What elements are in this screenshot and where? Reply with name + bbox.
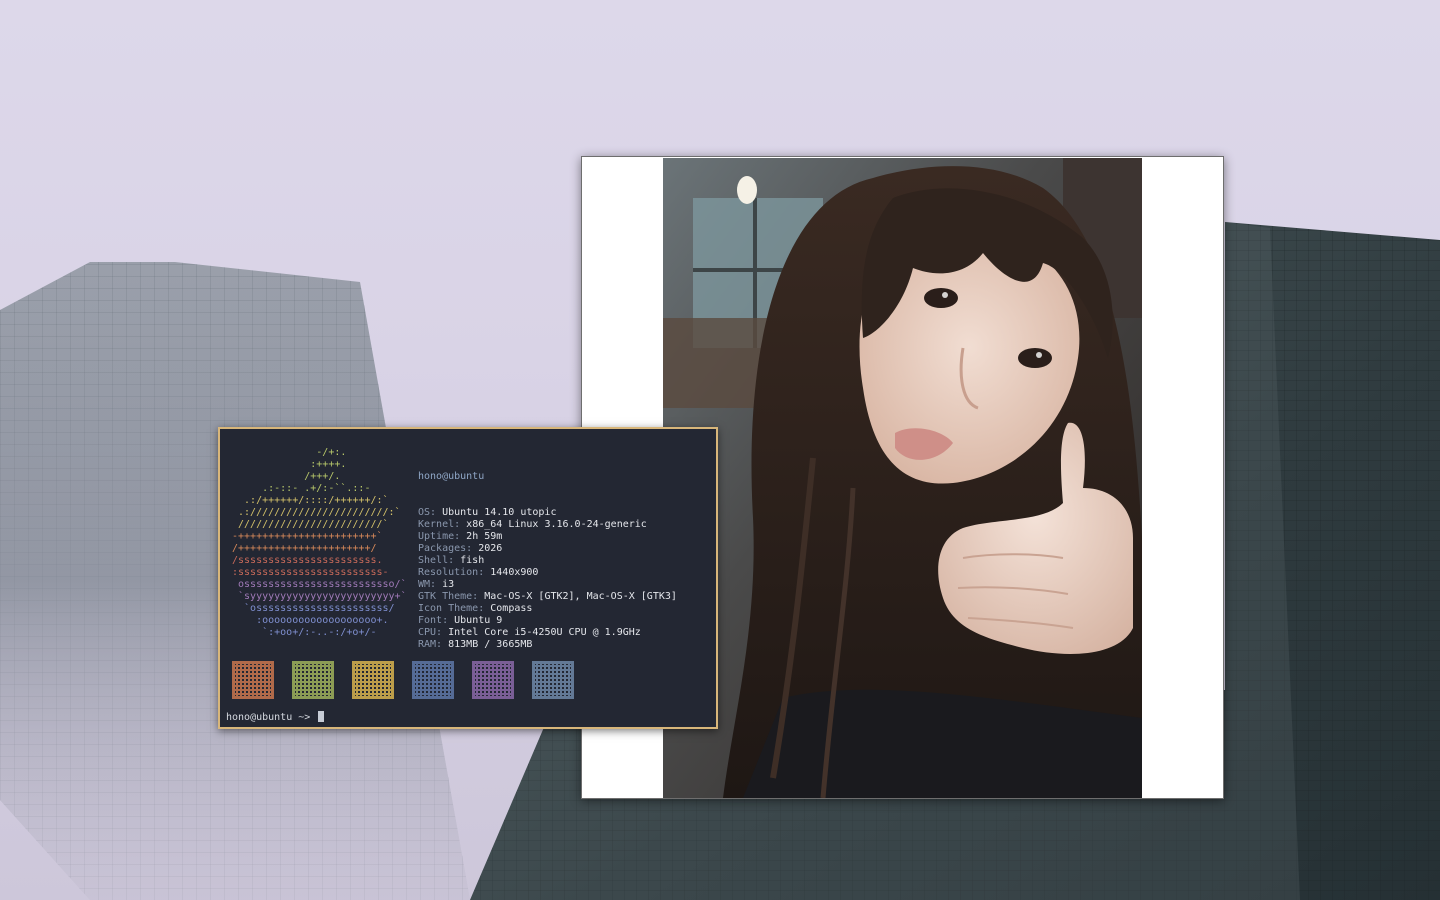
user-host-header: hono@ubuntu: [418, 471, 485, 482]
info-value: Mac-OS-X [GTK2], Mac-OS-X [GTK3]: [478, 591, 677, 602]
text-cursor: [318, 711, 325, 722]
info-row: WM: i3: [418, 579, 677, 591]
logo-line: .:///////////////////////:`: [232, 507, 401, 518]
info-row: Uptime: 2h 59m: [418, 531, 677, 543]
info-key: Font:: [418, 615, 449, 626]
logo-line: `ossssssssssssssssssssss/: [232, 603, 395, 614]
logo-line: osssssssssssssssssssssssso/`: [232, 579, 407, 590]
logo-line: :ssssssssssssssssssssssss-: [232, 567, 389, 578]
logo-line: -+++++++++++++++++++++++`: [232, 531, 383, 542]
info-row: Shell: fish: [418, 555, 677, 567]
info-key: Packages:: [418, 543, 473, 554]
info-key: CPU:: [418, 627, 443, 638]
info-value: x86_64 Linux 3.16.0-24-generic: [460, 519, 647, 530]
info-value: 813MB / 3665MB: [442, 639, 533, 650]
palette-swatch: [412, 661, 454, 699]
portrait-photo: [663, 158, 1142, 798]
logo-line: ////////////////////////`: [232, 519, 389, 530]
info-value: fish: [454, 555, 485, 566]
logo-line: `syyyyyyyyyyyyyyyyyyyyyyyy+`: [232, 591, 407, 602]
terminal-window[interactable]: -/+:. :++++. /+++/. .:-::- .+/:-``.::- .…: [218, 427, 718, 729]
info-value: 2026: [472, 543, 503, 554]
info-row: Icon Theme: Compass: [418, 603, 677, 615]
palette-swatch: [232, 661, 274, 699]
info-row: CPU: Intel Core i5-4250U CPU @ 1.9GHz: [418, 627, 677, 639]
logo-line: :ooooooooooooooooooo+.: [232, 615, 389, 626]
info-row: Kernel: x86_64 Linux 3.16.0-24-generic: [418, 519, 677, 531]
info-row: GTK Theme: Mac-OS-X [GTK2], Mac-OS-X [GT…: [418, 591, 677, 603]
info-row: OS: Ubuntu 14.10 utopic: [418, 507, 677, 519]
logo-line: .:-::- .+/:-``.::-: [232, 483, 371, 494]
info-value: Ubuntu 9: [448, 615, 503, 626]
palette-swatch: [292, 661, 334, 699]
logo-line: /++++++++++++++++++++++/: [232, 543, 377, 554]
distro-ascii-logo: -/+:. :++++. /+++/. .:-::- .+/:-``.::- .…: [232, 447, 407, 639]
info-key: Shell:: [418, 555, 455, 566]
palette-swatch: [532, 661, 574, 699]
info-value: i3: [436, 579, 455, 590]
info-row: RAM: 813MB / 3665MB: [418, 639, 677, 651]
info-value: Intel Core i5-4250U CPU @ 1.9GHz: [442, 627, 641, 638]
palette-swatch: [472, 661, 514, 699]
logo-line: /+++/.: [232, 471, 341, 482]
info-value: Ubuntu 14.10 utopic: [436, 507, 557, 518]
info-key: RAM:: [418, 639, 443, 650]
info-key: Uptime:: [418, 531, 461, 542]
info-key: Icon Theme:: [418, 603, 485, 614]
logo-line: .:/++++++/::::/++++++/:`: [232, 495, 389, 506]
shell-prompt[interactable]: hono@ubuntu ~>: [226, 711, 325, 724]
logo-line: /sssssssssssssssssssssss.: [232, 555, 383, 566]
logo-line: `:+oo+/:-..-:/+o+/-: [232, 627, 377, 638]
info-key: OS:: [418, 507, 437, 518]
prompt-text: hono@ubuntu ~>: [226, 712, 311, 723]
logo-line: -/+:.: [232, 447, 347, 458]
info-value: 1440x900: [484, 567, 539, 578]
info-value: 2h 59m: [460, 531, 503, 542]
logo-line: :++++.: [232, 459, 347, 470]
info-row: Font: Ubuntu 9: [418, 615, 677, 627]
color-palette: [232, 661, 574, 699]
info-key: GTK Theme:: [418, 591, 479, 602]
info-key: Kernel:: [418, 519, 461, 530]
info-value: Compass: [484, 603, 533, 614]
photo-image: [663, 158, 1142, 798]
palette-swatch: [352, 661, 394, 699]
info-row: Packages: 2026: [418, 543, 677, 555]
info-key: WM:: [418, 579, 437, 590]
info-key: Resolution:: [418, 567, 485, 578]
system-info: hono@ubuntu OS: Ubuntu 14.10 utopic Kerne…: [418, 447, 677, 675]
info-row: Resolution: 1440x900: [418, 567, 677, 579]
